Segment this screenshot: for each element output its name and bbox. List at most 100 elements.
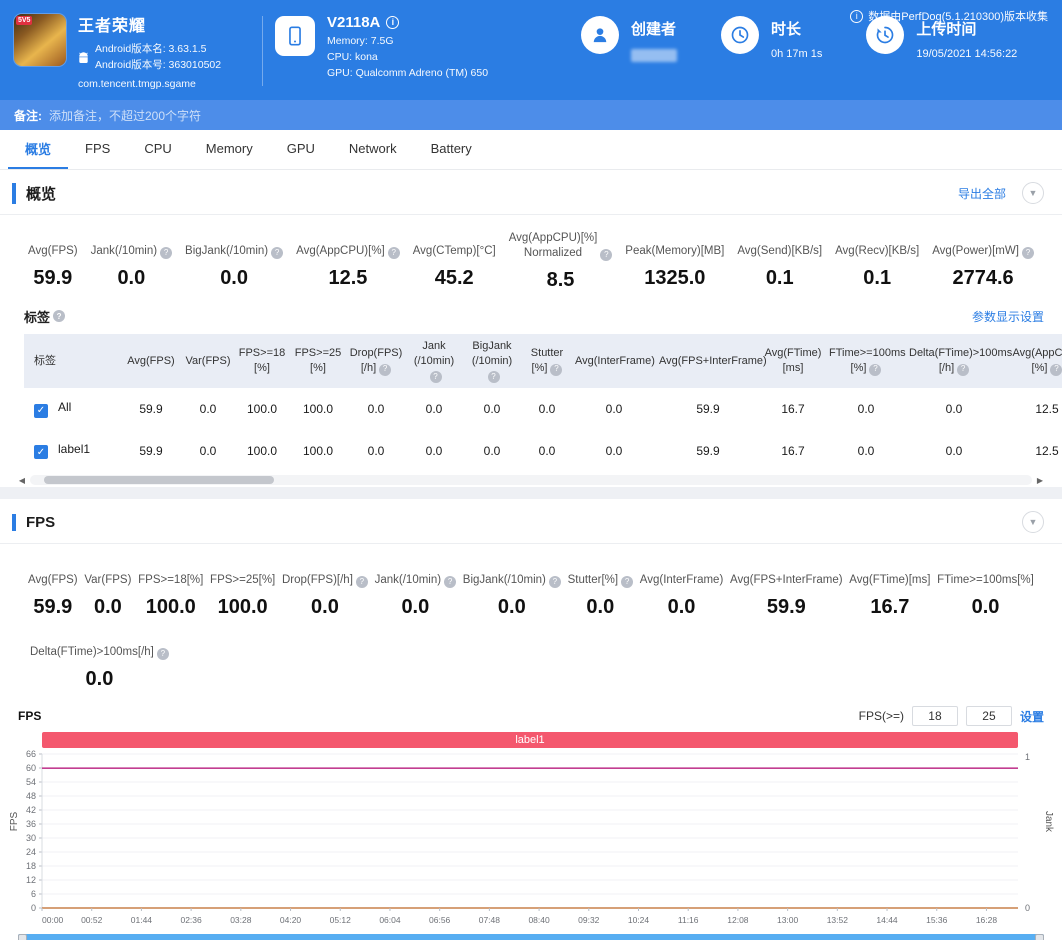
info-icon[interactable]: ? [160,247,173,259]
value-cell: 16.7 [781,402,805,417]
overview-collapse-button[interactable]: ▼ [1022,182,1044,204]
info-icon[interactable]: ? [621,576,634,589]
info-icon[interactable]: ? [550,363,563,376]
device-memory: Memory: 7.5G [327,35,394,47]
range-right-handle[interactable] [1035,934,1044,940]
fps-section-title: FPS [12,513,55,531]
info-icon[interactable]: ? [869,363,882,376]
duration-block: 时长 0h 17m 1s [721,12,822,90]
svg-text:42: 42 [26,805,36,815]
metric: Avg(FTime)[ms] 16.7 [849,560,930,618]
scrollbar-thumb[interactable] [44,476,274,485]
info-icon[interactable]: ? [355,576,368,589]
metric-value: 0.0 [497,596,526,619]
fps-threshold-controls: FPS(>=) 设置 [859,706,1044,727]
metric-value: 12.5 [328,267,368,289]
value-cell: 16.7 [781,443,805,458]
col-header: Var(FPS) [182,333,234,389]
info-icon[interactable]: ? [379,363,392,376]
tag-cell: ✓ label1 [24,430,120,472]
tab-network[interactable]: Network [332,130,414,169]
chart-right-axis: 10 [1025,752,1030,913]
app-title: 王者荣耀 [78,18,147,35]
info-icon[interactable]: ? [548,576,561,589]
fps-collapse-button[interactable]: ▼ [1022,511,1044,534]
metric-label-text: Avg(FPS) [28,245,78,258]
scroll-left-arrow[interactable]: ◀ [16,476,28,485]
info-icon[interactable]: ? [53,310,66,323]
tab-battery[interactable]: Battery [414,130,489,169]
range-left-handle[interactable] [18,934,27,940]
metric-label: Avg(CTemp)[°C] [413,231,496,259]
threshold-set-link[interactable]: 设置 [1020,708,1044,725]
report-header: 5V5 王者荣耀 Android版本名: 3.63.1.5 Android版本号… [0,0,1062,100]
metric-label: Avg(AppCPU)[%]? [296,231,400,259]
value-cell: 59.9 [139,443,163,458]
chart-grid: 0 6 12 18 24 30 36 42 48 54 60 66 [26,749,1018,913]
col-header: FTime>=100ms [%]? [826,333,906,389]
remark-placeholder[interactable]: 添加备注，不超过200个字符 [49,107,201,124]
table-row: ✓ All 59.9 0.0 100.0 100.0 0.0 0.0 0.0 0.0 0.0 59.9… [24,388,1062,430]
creator-icon [581,16,619,54]
metric-value: 0.0 [971,596,1000,619]
tab-cpu[interactable]: CPU [127,130,188,169]
chart-range-scrollbar[interactable] [18,934,1044,940]
fps-threshold-low-input[interactable] [911,706,958,727]
metric-label: Drop(FPS)[/h]? [282,560,368,589]
col-header: Delta(FTime)>100ms [/h]? [906,333,1012,389]
tab-概览[interactable]: 概览 [8,130,69,169]
tab-gpu[interactable]: GPU [270,130,332,169]
info-icon[interactable]: ? [429,370,442,383]
overview-section: 概览 导出全部 ▼ Avg(FPS) 59.9 Jank(/10min)? 0.0 Bi… [0,170,1062,488]
metric-label: Avg(FPS+InterFrame) [730,560,843,588]
scroll-right-arrow[interactable]: ▶ [1034,476,1046,485]
metric-label: Jank(/10min)? [91,231,173,259]
metric-label-text: Avg(Recv)[KB/s] [835,245,920,258]
tab-memory[interactable]: Memory [189,130,270,169]
svg-text:02:36: 02:36 [180,915,202,925]
info-icon[interactable]: ? [957,363,970,376]
param-display-settings-link[interactable]: 参数显示设置 [972,308,1044,325]
metric-label-text: BigJank(/10min) [462,574,546,587]
tag-cell: ✓ All [24,388,120,430]
tab-fps[interactable]: FPS [68,130,127,169]
table-scrollbar: ◀ ▶ [16,473,1046,487]
device-info-icon[interactable]: i [386,16,400,29]
value-cell: 0.0 [199,402,217,417]
info-icon[interactable]: ? [600,248,613,261]
android-version-name: Android版本名: 3.63.1.5 [95,43,207,55]
info-icon[interactable]: ? [1021,247,1034,259]
metric-value: 0.0 [220,267,248,289]
value-cell: 59.9 [696,443,720,458]
fps-threshold-high-input[interactable] [965,706,1012,727]
info-icon[interactable]: ? [487,370,500,383]
fps-chart[interactable]: 0 6 12 18 24 30 36 42 48 54 60 66 00:00 00:52 01:44 02:… [18,748,1044,932]
tag-label: 标签 ? [24,307,66,326]
info-icon[interactable]: ? [271,247,284,259]
metric-label: Delta(FTime)>100ms[/h]? [30,632,169,661]
value-cell: 59.9 [696,402,720,417]
metric-value: 0.0 [93,596,122,619]
checkbox-checked[interactable]: ✓ [34,445,48,460]
metric: Avg(AppCPU)[%]? 12.5 [296,231,400,291]
metric-value: 16.7 [870,596,910,619]
svg-text:36: 36 [26,819,36,829]
value-cell: 0.0 [538,443,556,458]
remark-bar[interactable]: 备注: 添加备注，不超过200个字符 [0,100,1062,130]
svg-text:04:20: 04:20 [280,915,302,925]
scrollbar-track[interactable] [30,475,1032,486]
value-cell: 100.0 [246,443,278,458]
metric-label: FPS>=25[%] [210,560,275,588]
col-header: FPS>=25 [%] [290,333,346,389]
info-icon[interactable]: ? [156,648,169,661]
export-all-link[interactable]: 导出全部 [958,185,1006,202]
fps-metrics: Avg(FPS) 59.9 Var(FPS) 0.0 FPS>=18[%] 100.0 FP… [0,544,1062,632]
checkbox-checked[interactable]: ✓ [34,403,48,418]
svg-text:06:56: 06:56 [429,915,451,925]
info-icon[interactable]: ? [1050,363,1062,376]
phone-icon [275,16,315,56]
info-icon[interactable]: ? [444,576,457,589]
info-icon[interactable]: ? [387,247,400,259]
svg-text:06:04: 06:04 [379,915,401,925]
metric: FPS>=18[%] 100.0 [138,560,203,618]
